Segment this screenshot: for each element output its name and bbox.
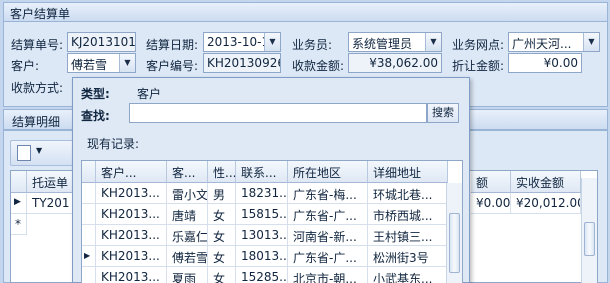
customer-code-field[interactable]: KH201309260: [203, 53, 281, 73]
customer-name-cell[interactable]: 傅若雪: [167, 246, 208, 267]
row-pointer-icon: [82, 183, 96, 204]
column-header-gender[interactable]: 性...: [208, 161, 236, 183]
chevron-down-icon[interactable]: ▼: [583, 33, 599, 51]
chevron-down-icon[interactable]: ▼: [425, 33, 441, 51]
row-pointer-icon: ▶: [11, 193, 27, 214]
customer-code-label: 客户编号:: [146, 59, 199, 73]
chevron-down-icon[interactable]: ▼: [36, 146, 42, 155]
customer-value: 傅若雪: [71, 58, 108, 72]
region-cell[interactable]: 广东省-广...: [288, 204, 368, 225]
received-cell[interactable]: ¥20,012.00: [511, 193, 581, 214]
customer-code-cell[interactable]: KH2013...: [96, 267, 167, 283]
records-label: 现有记录:: [87, 137, 140, 151]
row-pointer-icon: [82, 267, 96, 283]
column-header-code[interactable]: 客户...: [96, 161, 167, 183]
records-scrollbar[interactable]: [446, 183, 462, 283]
column-header-waybill[interactable]: 托运单: [27, 171, 77, 193]
discount-field[interactable]: ¥0.00: [508, 53, 582, 73]
address-cell[interactable]: 市桥西城...: [368, 204, 448, 225]
search-input[interactable]: [129, 103, 427, 123]
branch-label: 业务网点:: [452, 38, 505, 52]
amount-label: 收款金额:: [292, 59, 345, 73]
gender-cell[interactable]: 女: [208, 267, 236, 283]
address-cell[interactable]: 王村镇三...: [368, 225, 448, 246]
pay-method-label: 收款方式:: [11, 81, 64, 95]
phone-cell[interactable]: 15815...: [236, 204, 288, 225]
discount-label: 折让金额:: [452, 59, 505, 73]
amount-cell[interactable]: ¥0.00: [471, 193, 511, 214]
customer-code-cell[interactable]: KH2013...: [96, 246, 167, 267]
grid-corner: [82, 161, 96, 183]
customer-code-cell[interactable]: KH2013...: [96, 225, 167, 246]
column-header-received[interactable]: 实收金额: [511, 171, 581, 193]
region-cell[interactable]: 河南省-新...: [288, 225, 368, 246]
customer-name-cell[interactable]: 雷小文: [167, 183, 208, 204]
new-document-icon[interactable]: [17, 145, 31, 161]
row-pointer-icon: ▶: [82, 246, 96, 267]
detail-title: 结算明细: [12, 115, 61, 129]
chevron-down-icon[interactable]: ▼: [119, 54, 135, 72]
address-cell[interactable]: 小武基东...: [368, 267, 448, 283]
scrollbar-thumb[interactable]: [584, 222, 595, 256]
chevron-down-icon[interactable]: ▼: [264, 33, 280, 51]
order-no-label: 结算单号:: [11, 38, 64, 52]
region-cell[interactable]: 广东省-广...: [288, 246, 368, 267]
scrollbar-thumb[interactable]: [449, 213, 460, 273]
column-header-name[interactable]: 客...: [167, 161, 208, 183]
date-value: 2013-10-1: [207, 35, 270, 49]
gender-cell[interactable]: 男: [208, 183, 236, 204]
customer-name-cell[interactable]: 夏雨: [167, 267, 208, 283]
customer-name-cell[interactable]: 乐嘉仁: [167, 225, 208, 246]
phone-cell[interactable]: 15285...: [236, 267, 288, 283]
customer-code-cell[interactable]: KH2013...: [96, 204, 167, 225]
type-label: 类型:: [81, 87, 110, 101]
window-title: 客户结算单: [10, 7, 71, 21]
records-grid: 客户... 客... 性... 联系... 所在地区 详细地址 KH2013..…: [81, 160, 463, 283]
detail-scrollbar[interactable]: [581, 178, 597, 283]
phone-cell[interactable]: 18013...: [236, 246, 288, 267]
search-label: 查找:: [81, 109, 110, 123]
column-header-region[interactable]: 所在地区: [288, 161, 368, 183]
customer-code-cell[interactable]: KH2013...: [96, 183, 167, 204]
waybill-cell[interactable]: TY201: [27, 193, 77, 214]
branch-value: 广州天河...: [512, 37, 572, 51]
new-row-marker: *: [11, 214, 27, 235]
phone-cell[interactable]: 13013...: [236, 225, 288, 246]
staff-value: 系统管理员: [352, 37, 413, 51]
column-header-address[interactable]: 详细地址: [368, 161, 448, 183]
search-button[interactable]: 搜索: [427, 103, 459, 123]
column-header-phone[interactable]: 联系...: [236, 161, 288, 183]
staff-select[interactable]: 系统管理员 ▼: [348, 32, 442, 52]
row-pointer-icon: [82, 204, 96, 225]
staff-label: 业务员:: [292, 38, 333, 52]
customer-label: 客户:: [11, 59, 40, 73]
gender-cell[interactable]: 女: [208, 225, 236, 246]
region-cell[interactable]: 北京市-朝...: [288, 267, 368, 283]
date-picker[interactable]: 2013-10-1 ▼: [203, 32, 281, 52]
column-header-amount[interactable]: 额: [471, 171, 511, 193]
customer-name-cell[interactable]: 唐靖: [167, 204, 208, 225]
order-no-field[interactable]: KJ20131010: [67, 32, 136, 52]
gender-cell[interactable]: 女: [208, 204, 236, 225]
region-cell[interactable]: 广东省-梅...: [288, 183, 368, 204]
date-label: 结算日期:: [146, 38, 199, 52]
branch-select[interactable]: 广州天河... ▼: [508, 32, 600, 52]
gender-cell[interactable]: 女: [208, 246, 236, 267]
customer-select[interactable]: 傅若雪 ▼: [67, 53, 136, 73]
address-cell[interactable]: 环城北巷...: [368, 183, 448, 204]
amount-field[interactable]: ¥38,062.00: [348, 53, 442, 73]
address-cell[interactable]: 松洲街3号: [368, 246, 448, 267]
type-value: 客户: [137, 87, 162, 101]
panel-header: 客户结算单: [3, 2, 608, 21]
row-pointer-icon: [82, 225, 96, 246]
grid-corner: [11, 171, 27, 193]
phone-cell[interactable]: 18231...: [236, 183, 288, 204]
customer-lookup-popup: 类型: 客户 查找: 搜索 现有记录: 客户... 客... 性... 联系..…: [72, 77, 470, 283]
